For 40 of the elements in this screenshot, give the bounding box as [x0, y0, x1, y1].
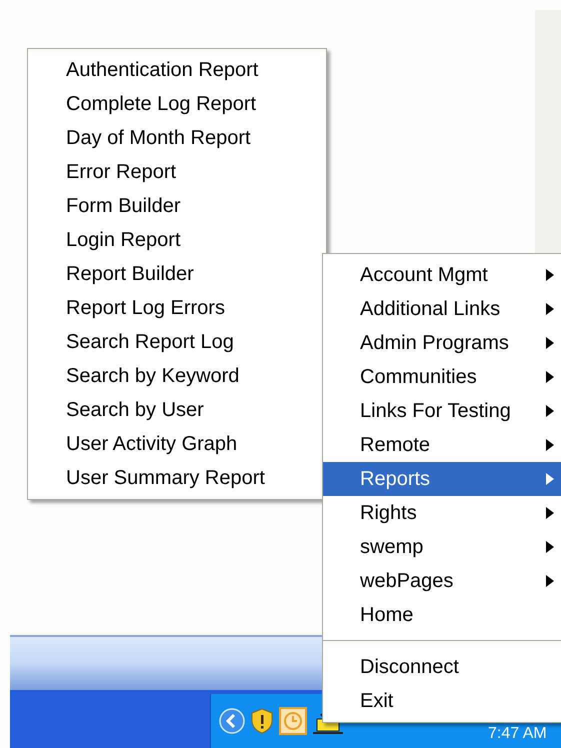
submenu-arrow-icon — [546, 473, 554, 485]
submenu-item[interactable]: Report Builder — [28, 257, 326, 291]
submenu-item[interactable]: User Summary Report — [28, 461, 326, 495]
submenu-arrow-icon — [546, 269, 554, 281]
submenu-arrow-icon — [546, 371, 554, 383]
menu-item[interactable]: Additional Links — [323, 292, 561, 326]
submenu-item[interactable]: Search by User — [28, 393, 326, 427]
submenu-item[interactable]: Report Log Errors — [28, 291, 326, 325]
submenu-item[interactable]: Day of Month Report — [28, 121, 326, 155]
submenu-arrow-icon — [546, 337, 554, 349]
submenu-item[interactable]: Search by Keyword — [28, 359, 326, 393]
menu-item[interactable]: Exit — [323, 684, 561, 718]
chevron-left-icon[interactable] — [219, 708, 245, 734]
submenu-arrow-icon — [546, 405, 554, 417]
menu-item[interactable]: Reports — [323, 462, 561, 496]
submenu-item[interactable]: Login Report — [28, 223, 326, 257]
submenu-arrow-icon — [546, 541, 554, 553]
submenu-item[interactable]: Search Report Log — [28, 325, 326, 359]
menu-item[interactable]: Rights — [323, 496, 561, 530]
shield-icon[interactable] — [251, 708, 273, 734]
submenu-item[interactable]: Complete Log Report — [28, 87, 326, 121]
menu-item[interactable]: Admin Programs — [323, 326, 561, 360]
menu-item[interactable]: Remote — [323, 428, 561, 462]
submenu-item[interactable]: User Activity Graph — [28, 427, 326, 461]
submenu-item[interactable]: Authentication Report — [28, 53, 326, 87]
clock-icon[interactable] — [279, 707, 307, 735]
submenu-arrow-icon — [546, 439, 554, 451]
clock-text: 7:47 AM — [488, 724, 547, 744]
menu-item[interactable]: Home — [323, 598, 561, 632]
menu-item[interactable]: Account Mgmt — [323, 258, 561, 292]
menu-item[interactable]: Disconnect — [323, 650, 561, 684]
menu-item[interactable]: Communities — [323, 360, 561, 394]
submenu-arrow-icon — [546, 507, 554, 519]
submenu-arrow-icon — [546, 575, 554, 587]
menu-item[interactable]: webPages — [323, 564, 561, 598]
menu-item[interactable]: swemp — [323, 530, 561, 564]
submenu-item[interactable]: Error Report — [28, 155, 326, 189]
submenu-arrow-icon — [546, 303, 554, 315]
submenu-item[interactable]: Form Builder — [28, 189, 326, 223]
menu-item[interactable]: Links For Testing — [323, 394, 561, 428]
